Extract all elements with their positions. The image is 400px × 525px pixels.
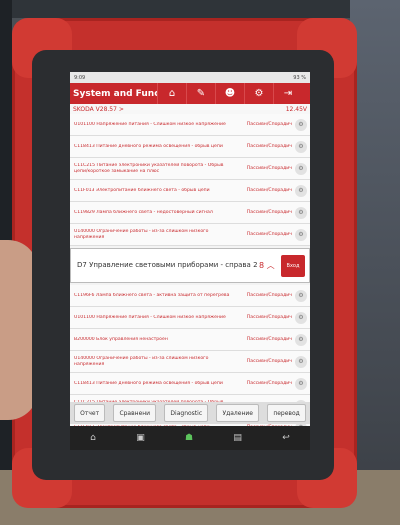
screenshot-icon[interactable]: ▤ xyxy=(233,433,242,443)
dtc-list-top: U101100 Напряжение питания - Слишком низ… xyxy=(70,114,310,246)
compare-button[interactable]: Сравнени xyxy=(113,404,157,422)
android-nav-bar: ⌂ ▣ ☗ ▤ ↩ xyxy=(70,426,310,450)
tablet-screen: 9:09 93 % System and Functior ⌂ ✎ ☻ ⚙ ⇥ … xyxy=(70,72,310,450)
report-button[interactable]: Отчет xyxy=(74,404,106,422)
list-item[interactable]: U101100 Напряжение питания - Слишком низ… xyxy=(70,114,310,136)
battery-voltage: 12.45V xyxy=(285,105,307,113)
enter-button[interactable]: Вход xyxy=(281,254,305,277)
list-item[interactable]: C11C215 Питание электроники указателей п… xyxy=(70,158,310,180)
breadcrumb-bar: SKODA V28.57 > 12.45V xyxy=(70,104,310,114)
info-icon[interactable]: ⚙ xyxy=(295,311,307,324)
info-icon[interactable]: ⚙ xyxy=(295,228,307,241)
translate-button[interactable]: перевод xyxy=(267,404,306,422)
exit-icon[interactable]: ⇥ xyxy=(273,83,302,104)
diagnostic-button[interactable]: Diagnostic xyxy=(164,404,209,422)
app-title-bar: System and Functior ⌂ ✎ ☻ ⚙ ⇥ xyxy=(70,83,310,104)
home-nav-icon[interactable]: ⌂ xyxy=(90,433,96,443)
info-icon[interactable]: ⚙ xyxy=(295,206,307,219)
list-item[interactable]: U101100 Напряжение питания - Слишком низ… xyxy=(70,307,310,329)
vci-connection-icon[interactable]: ☗ xyxy=(185,433,193,443)
list-item[interactable]: B200000 Блок управления ненастроен Пассив… xyxy=(70,329,310,351)
delete-button[interactable]: Удаление xyxy=(216,404,259,422)
module-row-highlight[interactable]: D7 Управление световыми приборами - спра… xyxy=(70,248,310,283)
clipboard-icon[interactable]: ✎ xyxy=(186,83,215,104)
info-icon[interactable]: ⚙ xyxy=(295,118,307,131)
person-icon[interactable]: ☻ xyxy=(215,83,244,104)
info-icon[interactable]: ⚙ xyxy=(295,333,307,346)
recent-apps-icon[interactable]: ▣ xyxy=(136,433,145,443)
back-nav-icon[interactable]: ↩ xyxy=(282,433,290,443)
list-item[interactable]: C1196F6 Лампа ближнего света - активна з… xyxy=(70,285,310,307)
list-item[interactable]: C119829 Лампа ближнего света - недостове… xyxy=(70,202,310,224)
list-item[interactable]: U140000 Ограничение работы - из-за слишк… xyxy=(70,224,310,246)
gear-icon[interactable]: ⚙ xyxy=(244,83,273,104)
info-icon[interactable]: ⚙ xyxy=(295,140,307,153)
status-bar: 9:09 93 % xyxy=(70,72,310,83)
status-time: 9:09 xyxy=(74,74,86,81)
info-icon[interactable]: ⚙ xyxy=(295,162,307,175)
background-top xyxy=(0,0,400,18)
list-item[interactable]: U140000 Ограничение работы - из-за слишк… xyxy=(70,351,310,373)
info-icon[interactable]: ⚙ xyxy=(295,355,307,368)
app-title: System and Functior xyxy=(73,88,157,99)
list-item[interactable]: C11F013 Электропитание ближнего света - … xyxy=(70,180,310,202)
home-icon[interactable]: ⌂ xyxy=(157,83,186,104)
background-right xyxy=(350,0,400,525)
module-dtc-count: 8 ︿ xyxy=(259,261,275,270)
info-icon[interactable]: ⚙ xyxy=(295,184,307,197)
action-bar: Отчет Сравнени Diagnostic Удаление перев… xyxy=(70,402,310,424)
list-item[interactable]: C118413 Питание дневного режима освещени… xyxy=(70,373,310,395)
list-item[interactable]: C118413 Питание дневного режима освещени… xyxy=(70,136,310,158)
info-icon[interactable]: ⚙ xyxy=(295,289,307,302)
breadcrumb[interactable]: SKODA V28.57 > xyxy=(73,106,124,113)
status-battery: 93 % xyxy=(293,74,306,81)
module-title: D7 Управление световыми приборами - спра… xyxy=(77,261,258,270)
info-icon[interactable]: ⚙ xyxy=(295,377,307,390)
